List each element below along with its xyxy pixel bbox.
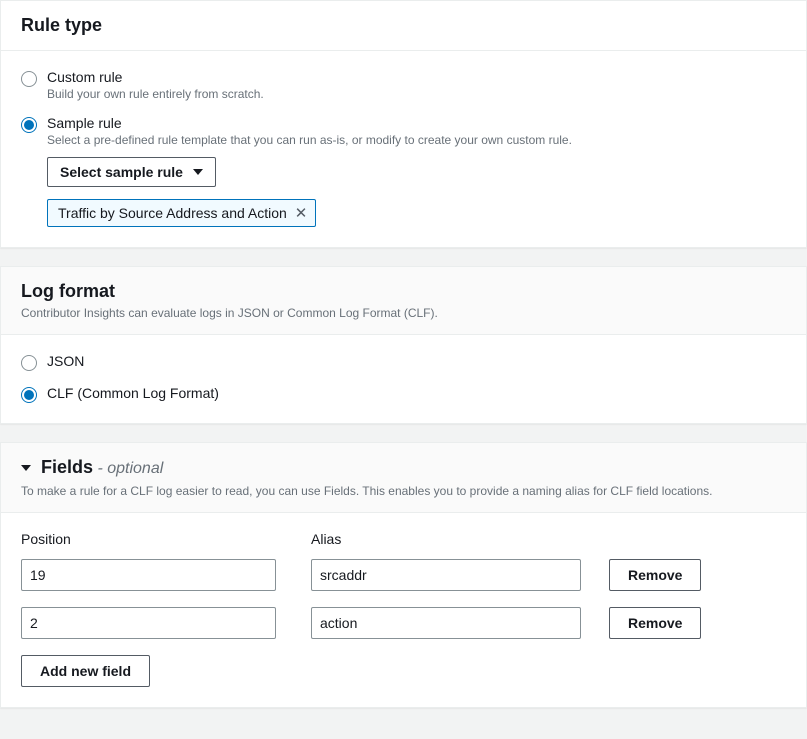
log-format-desc: Contributor Insights can evaluate logs i… (21, 306, 786, 320)
fields-header-container: Fields - optional To make a rule for a C… (1, 443, 806, 513)
select-sample-rule-dropdown[interactable]: Select sample rule (47, 157, 216, 187)
log-format-panel: Log format Contributor Insights can eval… (0, 266, 807, 424)
log-format-body: JSON CLF (Common Log Format) (1, 335, 806, 423)
add-new-field-button[interactable]: Add new field (21, 655, 150, 687)
radio-clf[interactable]: CLF (Common Log Format) (21, 385, 786, 403)
remove-field-button[interactable]: Remove (609, 559, 701, 591)
log-format-header: Log format Contributor Insights can eval… (1, 267, 806, 335)
chevron-down-icon (193, 169, 203, 175)
position-input[interactable] (21, 607, 276, 639)
radio-text: Sample rule Select a pre-defined rule te… (47, 115, 572, 147)
fields-panel: Fields - optional To make a rule for a C… (0, 442, 807, 708)
selected-sample-token: Traffic by Source Address and Action ✕ (47, 199, 316, 227)
selected-sample-token-text: Traffic by Source Address and Action (58, 205, 287, 221)
field-row: Remove (21, 607, 786, 639)
position-input[interactable] (21, 559, 276, 591)
alias-input[interactable] (311, 607, 581, 639)
radio-custom-rule[interactable]: Custom rule Build your own rule entirely… (21, 69, 786, 101)
sample-rule-desc: Select a pre-defined rule template that … (47, 133, 572, 147)
fields-title-text: Fields (41, 457, 93, 477)
radio-json[interactable]: JSON (21, 353, 786, 371)
sample-rule-controls: Select sample rule Traffic by Source Add… (47, 157, 786, 227)
fields-title: Fields - optional (41, 457, 163, 478)
fields-head-row: Position Alias (21, 531, 786, 553)
fields-body: Position Alias Remove Remove Add new fie… (1, 513, 806, 707)
json-label: JSON (47, 353, 84, 369)
rule-type-title: Rule type (21, 15, 786, 36)
chevron-down-icon (21, 465, 31, 471)
alias-col-label: Alias (311, 531, 581, 547)
log-format-title: Log format (21, 281, 786, 302)
radio-icon (21, 355, 37, 371)
custom-rule-desc: Build your own rule entirely from scratc… (47, 87, 264, 101)
rule-config-form: Rule type Custom rule Build your own rul… (0, 0, 807, 708)
close-icon[interactable]: ✕ (295, 206, 308, 221)
rule-type-body: Custom rule Build your own rule entirely… (1, 51, 806, 247)
alias-input[interactable] (311, 559, 581, 591)
position-col-label: Position (21, 531, 276, 547)
radio-text: Custom rule Build your own rule entirely… (47, 69, 264, 101)
field-row: Remove (21, 559, 786, 591)
radio-icon (21, 387, 37, 403)
radio-sample-rule[interactable]: Sample rule Select a pre-defined rule te… (21, 115, 786, 147)
rule-type-panel: Rule type Custom rule Build your own rul… (0, 0, 807, 248)
fields-optional-suffix: - optional (93, 460, 163, 477)
remove-field-button[interactable]: Remove (609, 607, 701, 639)
radio-text: CLF (Common Log Format) (47, 385, 219, 401)
sample-rule-label: Sample rule (47, 115, 572, 131)
fields-toggle[interactable]: Fields - optional (21, 457, 786, 478)
clf-label: CLF (Common Log Format) (47, 385, 219, 401)
radio-icon (21, 71, 37, 87)
custom-rule-label: Custom rule (47, 69, 264, 85)
fields-desc: To make a rule for a CLF log easier to r… (21, 484, 786, 498)
rule-type-header: Rule type (1, 1, 806, 51)
select-sample-rule-label: Select sample rule (60, 164, 183, 180)
radio-icon (21, 117, 37, 133)
radio-text: JSON (47, 353, 84, 369)
